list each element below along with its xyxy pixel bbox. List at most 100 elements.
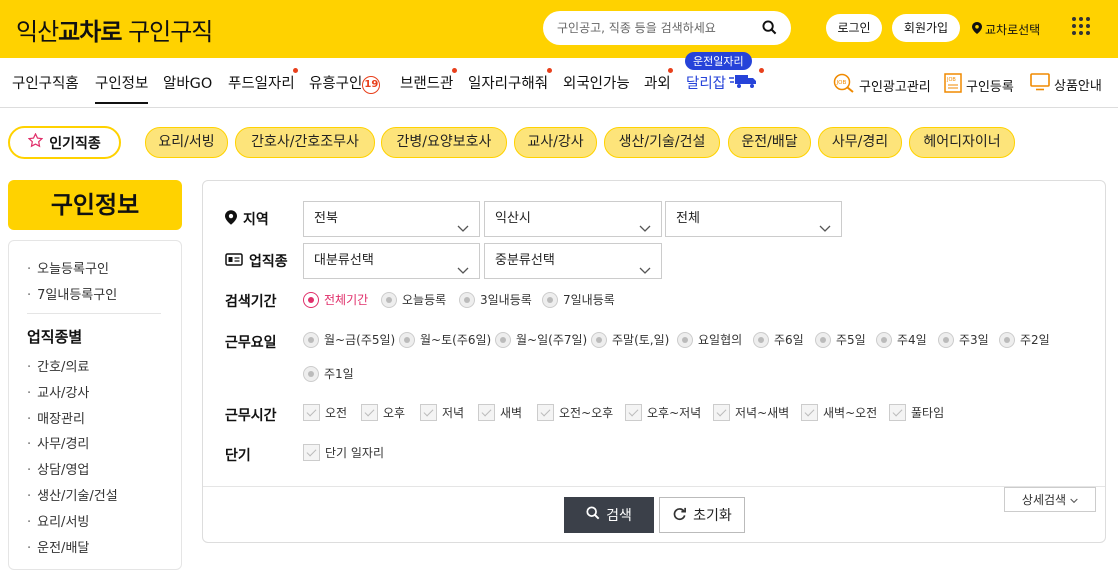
- logo[interactable]: 익산교차로 구인구직: [16, 12, 213, 47]
- nav-tutoring[interactable]: 과외: [644, 72, 671, 93]
- login-button[interactable]: 로그인: [826, 14, 882, 42]
- radio-workdays-weekend[interactable]: 주말(토,일): [591, 331, 669, 348]
- checkbox-label: 단기 일자리: [325, 446, 385, 460]
- nav-brand[interactable]: 브랜드관: [400, 72, 453, 93]
- search-input[interactable]: [557, 19, 757, 37]
- main-nav: 구인구직홈 구인정보 알바GO 푸드일자리 유흥구인 19 브랜드관 일자리구해줘…: [0, 52, 1118, 108]
- category-cooking[interactable]: 요리/서빙: [145, 127, 228, 158]
- industry-minor-select[interactable]: 중분류선택: [484, 243, 662, 279]
- industry-label-text: 업직종: [249, 254, 288, 270]
- nav-adult-jobs[interactable]: 유흥구인 19: [309, 72, 381, 94]
- radio-workdays-4[interactable]: 주4일: [876, 331, 927, 348]
- checkbox-label: 새벽~오전: [823, 406, 878, 420]
- location-select[interactable]: 교차로선택: [972, 21, 1040, 38]
- checkbox-evening-dawn[interactable]: 저녁~새벽: [713, 404, 789, 421]
- radio-workdays-mon-sun[interactable]: 월~일(주7일): [495, 331, 587, 348]
- radio-workdays-2[interactable]: 주2일: [999, 331, 1050, 348]
- nav-albago[interactable]: 알바GO: [163, 72, 212, 93]
- checkbox-dawn[interactable]: 새벽: [478, 404, 522, 421]
- category-hair[interactable]: 헤어디자이너: [909, 127, 1015, 158]
- radio-workdays-1[interactable]: 주1일: [303, 365, 354, 382]
- checkbox-label: 오전: [325, 406, 348, 420]
- nav-foreigner[interactable]: 외국인가능: [563, 72, 630, 93]
- sidebar-item-sales[interactable]: 상담/영업: [27, 459, 89, 478]
- signup-button[interactable]: 회원가입: [892, 14, 960, 42]
- nav-ad-manage[interactable]: JOB 구인광고관리: [833, 73, 931, 97]
- category-office[interactable]: 사무/경리: [818, 127, 902, 158]
- radio-period-all[interactable]: 전체기간: [303, 291, 368, 308]
- radio-workdays-6[interactable]: 주6일: [753, 331, 804, 348]
- sidebar-title: 구인정보: [8, 180, 182, 230]
- search-button[interactable]: 검색: [564, 497, 654, 533]
- advanced-search-button[interactable]: 상세검색: [1004, 487, 1096, 512]
- nav-job-register[interactable]: JOB 구인등록: [944, 73, 1014, 97]
- checkbox-fulltime[interactable]: 풀타임: [889, 404, 944, 421]
- nav-job-info[interactable]: 구인정보: [95, 72, 149, 104]
- sidebar-item-medical[interactable]: 간호/의료: [27, 356, 89, 375]
- industry-major-select[interactable]: 대분류선택: [303, 243, 480, 279]
- divider: [203, 486, 1105, 487]
- nav-home[interactable]: 구인구직홈: [12, 72, 79, 93]
- region-district-select[interactable]: 전체: [665, 201, 842, 237]
- select-value: 익산시: [495, 211, 531, 226]
- radio-workdays-5[interactable]: 주5일: [815, 331, 866, 348]
- sidebar-item-driving[interactable]: 운전/배달: [27, 537, 89, 556]
- checkbox-afternoon[interactable]: 오후: [361, 404, 405, 421]
- radio-label: 월~토(주6일): [420, 333, 492, 347]
- nav-job-register-label: 구인등록: [966, 79, 1014, 95]
- radio-workdays-mon-sat[interactable]: 월~토(주6일): [399, 331, 491, 348]
- workdays-label: 근무요일: [225, 335, 277, 351]
- sidebar-item-production[interactable]: 생산/기술/건설: [27, 485, 118, 504]
- sidebar-item-cooking[interactable]: 요리/서빙: [27, 511, 89, 530]
- radio-label: 전체기간: [324, 293, 369, 307]
- sidebar-item-store[interactable]: 매장관리: [27, 408, 85, 427]
- checkbox-box: [303, 404, 320, 421]
- radio-workdays-3[interactable]: 주3일: [938, 331, 989, 348]
- radio-period-today[interactable]: 오늘등록: [381, 291, 446, 308]
- category-teacher[interactable]: 교사/강사: [514, 127, 597, 158]
- reset-button-label: 초기화: [693, 508, 732, 524]
- checkbox-box: [625, 404, 642, 421]
- checkbox-dawn-morning[interactable]: 새벽~오전: [801, 404, 877, 421]
- nav-dallijob[interactable]: 달리잡: [686, 72, 757, 93]
- radio-circle: [677, 331, 693, 348]
- region-province-select[interactable]: 전북: [303, 201, 480, 237]
- radio-circle: [938, 331, 954, 348]
- sidebar-item-office[interactable]: 사무/경리: [27, 433, 89, 452]
- nav-find-me-job[interactable]: 일자리구해줘: [468, 72, 548, 93]
- divider: [27, 313, 161, 314]
- category-driving[interactable]: 운전/배달: [728, 127, 811, 158]
- sidebar-item-teacher[interactable]: 교사/강사: [27, 382, 89, 401]
- category-caregiver[interactable]: 간병/요양보호사: [381, 127, 507, 158]
- checkbox-short-term[interactable]: 단기 일자리: [303, 444, 384, 461]
- category-nurse[interactable]: 간호사/간호조무사: [235, 127, 375, 158]
- checkbox-morning[interactable]: 오전: [303, 404, 347, 421]
- nav-food-jobs[interactable]: 푸드일자리: [228, 72, 295, 93]
- checkbox-label: 풀타임: [911, 406, 945, 420]
- category-production[interactable]: 생산/기술/건설: [604, 127, 720, 158]
- checkbox-box: [478, 404, 495, 421]
- checkbox-label: 저녁: [442, 406, 465, 420]
- chevron-down-icon: [457, 255, 469, 289]
- sidebar-item-7days[interactable]: 7일내등록구인: [27, 284, 117, 303]
- radio-circle: [303, 291, 319, 308]
- search-icon[interactable]: [762, 20, 777, 39]
- radio-period-7days[interactable]: 7일내등록: [542, 291, 615, 308]
- checkbox-evening[interactable]: 저녁: [420, 404, 464, 421]
- radio-workdays-negotiable[interactable]: 요일협의: [677, 331, 742, 348]
- radio-workdays-mon-fri[interactable]: 월~금(주5일): [303, 331, 395, 348]
- radio-circle: [303, 331, 319, 348]
- sidebar-item-today[interactable]: 오늘등록구인: [27, 258, 109, 277]
- radio-circle: [459, 291, 475, 308]
- checkbox-morning-afternoon[interactable]: 오전~오후: [537, 404, 613, 421]
- short-term-label: 단기: [225, 448, 251, 464]
- radio-period-3days[interactable]: 3일내등록: [459, 291, 532, 308]
- popular-jobs-button[interactable]: 인기직종: [8, 126, 121, 159]
- region-city-select[interactable]: 익산시: [484, 201, 662, 237]
- all-menu-icon[interactable]: [1072, 17, 1090, 35]
- nav-dallijob-label: 달리잡: [686, 76, 727, 92]
- reset-button[interactable]: 초기화: [659, 497, 745, 533]
- radio-label: 3일내등록: [480, 293, 532, 307]
- nav-products[interactable]: 상품안내: [1030, 73, 1102, 95]
- checkbox-afternoon-evening[interactable]: 오후~저녁: [625, 404, 701, 421]
